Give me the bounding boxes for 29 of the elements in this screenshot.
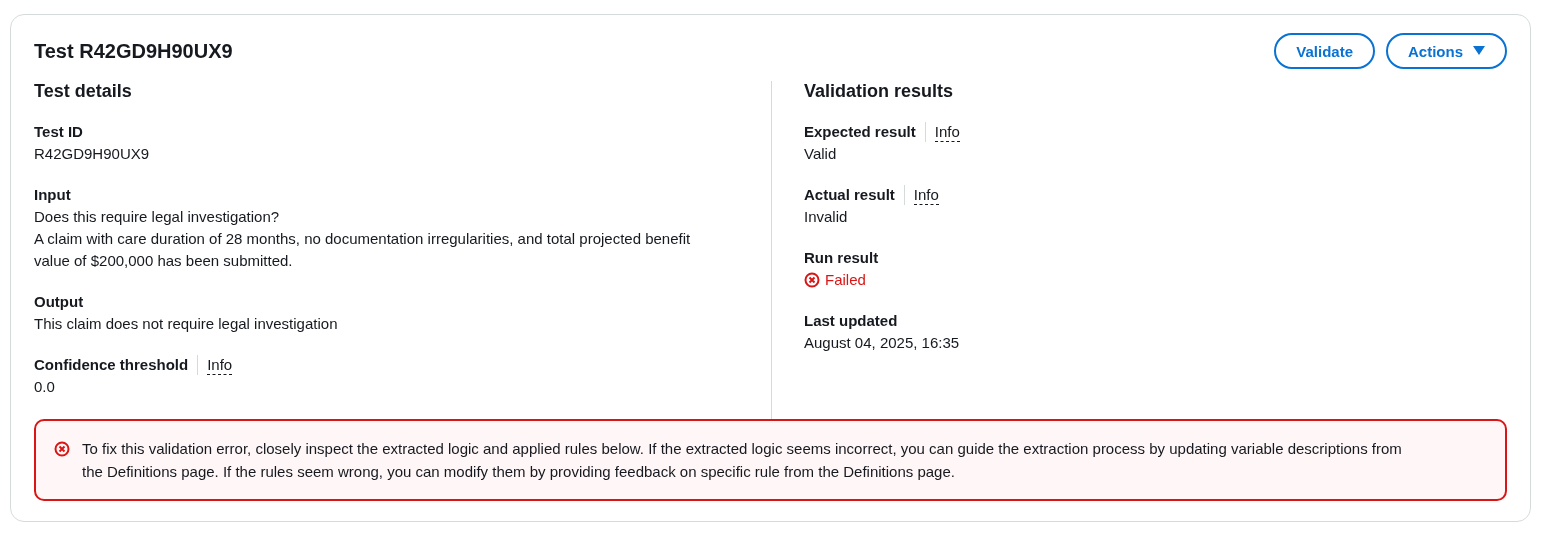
field-value: Invalid	[804, 207, 849, 227]
field-label: Expected result	[804, 122, 916, 142]
info-link[interactable]: Info	[913, 185, 939, 205]
card-title: Test R42GD9H90UX9	[34, 39, 233, 63]
field-label: Output	[34, 292, 84, 312]
field-label: Last updated	[804, 311, 898, 331]
field-label: Confidence threshold	[34, 355, 189, 375]
error-icon	[54, 441, 70, 457]
field-value: Valid	[804, 144, 838, 164]
alert-message: To fix this validation error, closely inspect the extracted logic and applied rules below. If the extracted logic seems incorrect, you can guide the extraction process by updating variable descriptions from the Definitions page. If the rules seem wrong, you can modify them by providing feedback on specific rule from the Definitions page.	[82, 439, 1403, 482]
field-label: Test ID	[34, 122, 83, 142]
caret-icon	[1473, 46, 1485, 56]
field-value: August 04, 2025, 16:35	[804, 333, 961, 353]
error-icon	[804, 272, 820, 288]
field-value: Does this require legal investigation?	[34, 207, 281, 227]
field-value: R42GD9H90UX9	[34, 144, 151, 164]
status-text: Failed	[825, 270, 866, 290]
field-value: This claim does not require legal investigation	[34, 314, 339, 334]
info-link[interactable]: Info	[207, 355, 233, 375]
field-label: Run result	[804, 248, 879, 268]
field-value: 0.0	[34, 377, 56, 397]
info-link[interactable]: Info	[934, 122, 960, 142]
validate-button[interactable]: Validate	[1274, 33, 1375, 69]
field-label: Input	[34, 185, 71, 205]
field-label: Actual result	[804, 185, 895, 205]
section-heading: Validation results	[804, 81, 955, 102]
section-heading: Test details	[34, 81, 133, 102]
field-value: A claim with care duration of 28 months, no documentation irregularities, and total projected benefit value of $200,000 has been submitted.	[34, 229, 692, 271]
actions-dropdown[interactable]: Actions	[1386, 33, 1507, 69]
